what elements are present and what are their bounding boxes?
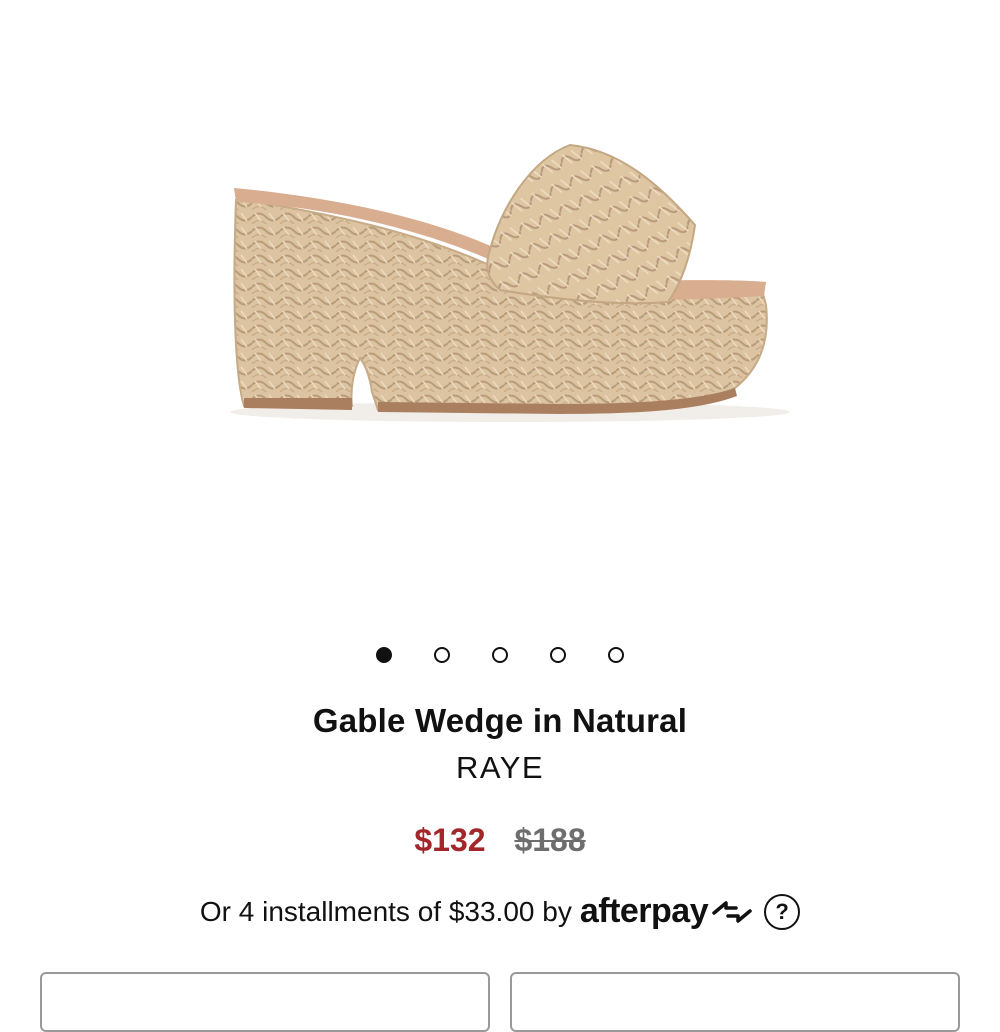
original-price: $188 [514,822,586,858]
carousel-dot-1[interactable] [376,647,392,663]
product-brand[interactable]: RAYE [0,750,1000,786]
afterpay-arrows-icon [712,900,752,923]
installments-text: Or 4 installments of $33.00 by [199,895,572,927]
help-icon[interactable]: ? [764,893,801,930]
carousel-indicator [0,647,1000,667]
carousel-dot-3[interactable] [492,647,508,663]
color-select[interactable] [40,972,490,1032]
sandal-illustration [230,143,790,422]
afterpay-logo: afterpay [579,892,709,930]
size-select[interactable] [510,972,960,1032]
carousel-dot-5[interactable] [608,647,624,663]
sale-price: $132 [414,822,486,858]
carousel-dot-4[interactable] [550,647,566,663]
price-block: $132 $188 [0,822,1000,859]
afterpay-installments: Or 4 installments of $33.00 by afterpay … [0,892,1000,931]
carousel-dot-2[interactable] [434,647,450,663]
product-image[interactable] [0,0,1000,620]
product-title: Gable Wedge in Natural [312,702,688,739]
